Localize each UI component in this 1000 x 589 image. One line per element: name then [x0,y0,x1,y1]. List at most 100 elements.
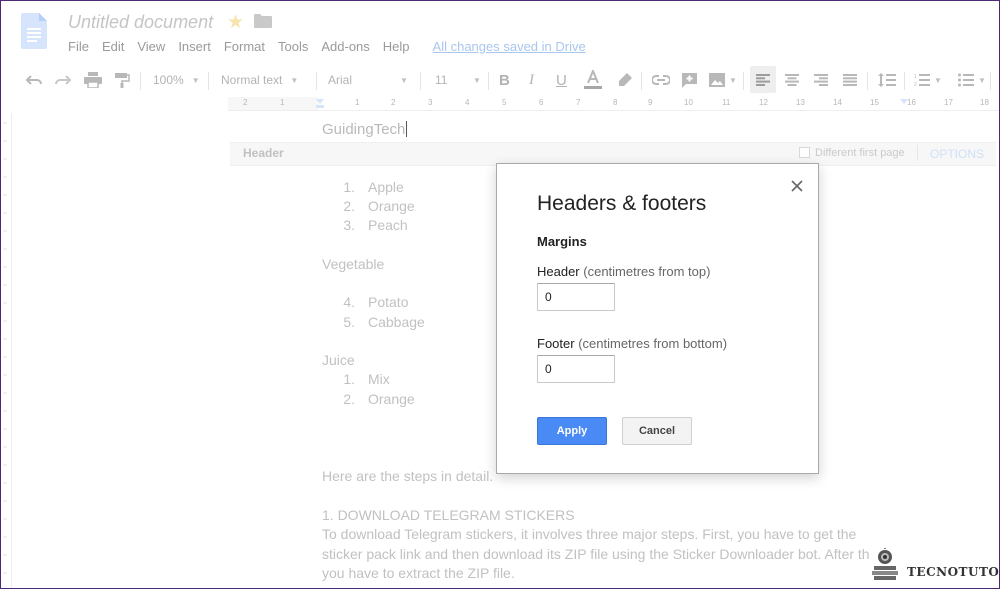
list-number: 2. [343,198,355,214]
list-item: Potato [368,294,409,310]
chevron-down-icon: ▼ [191,75,200,85]
menu-addons[interactable]: Add-ons [321,39,369,54]
ruler-number: 7 [576,98,581,107]
print-icon[interactable] [84,70,102,90]
list-item: Mix [368,371,390,387]
align-left-icon[interactable] [750,66,776,93]
list-item: Peach [368,217,408,233]
underline-icon[interactable]: U [556,70,567,90]
header-margin-input[interactable] [537,283,615,311]
menu-insert[interactable]: Insert [178,39,211,54]
heading-juice: Juice [322,352,355,368]
link-icon[interactable] [652,70,670,90]
zoom-select[interactable]: 100% ▼ [153,70,200,90]
ruler-number: 14 [833,98,842,107]
menu-view[interactable]: View [137,39,165,54]
ruler-number: 10 [684,98,693,107]
highlight-icon[interactable] [617,70,633,90]
header-text-content: GuidingTech [322,121,406,138]
watermark-text: TECNOTUTO [907,565,1000,579]
ruler-number: 8 [613,98,618,107]
footer-margin-hint: (centimetres from bottom) [578,336,728,351]
menu-file[interactable]: File [68,39,89,54]
menu-bar: File Edit View Insert Format Tools Add-o… [68,39,586,54]
align-right-icon[interactable] [814,70,828,90]
style-value: Normal text [221,73,283,87]
toolbar-divider [316,72,317,90]
line-spacing-icon[interactable] [878,70,896,90]
menu-edit[interactable]: Edit [102,39,124,54]
list-number: 4. [343,294,355,310]
ruler-number: 12 [759,98,768,107]
toolbar-divider [743,72,744,90]
insert-image-icon[interactable]: ▼ [708,70,737,90]
comment-icon[interactable] [681,70,698,90]
list-item: Apple [368,179,404,195]
ruler-number: 2 [243,98,248,107]
header-margin-label-text: Header [537,264,580,279]
toolbar-divider [904,72,905,90]
different-first-page-checkbox[interactable] [799,147,810,158]
chevron-down-icon: ▼ [934,75,942,85]
folder-icon[interactable] [254,14,272,28]
paragraph-line: sticker pack link and then download its … [322,546,870,562]
dialog-title: Headers & footers [537,192,707,215]
chevron-down-icon: ▼ [473,75,481,85]
header-margin-label: Header (centimetres from top) [537,264,710,279]
paint-format-icon[interactable] [114,70,130,90]
margins-heading: Margins [537,234,587,249]
footer-margin-input[interactable] [537,355,615,383]
text-color-icon[interactable] [584,70,602,90]
different-first-page-label[interactable]: Different first page [815,147,905,159]
ruler-number: 4 [465,98,470,107]
svg-text:2: 2 [914,82,917,87]
docs-logo-icon[interactable] [21,13,47,49]
ruler-number: 6 [539,98,544,107]
horizontal-ruler[interactable]: 2 1 1 2 3 4 5 6 7 8 9 10 11 12 13 14 15 … [228,97,1000,111]
style-select[interactable]: Normal text ▼ [221,70,298,90]
vertical-ruler[interactable] [0,113,12,589]
font-size-select[interactable]: 11 ▼ [435,70,481,90]
ruler-number: 17 [944,98,953,107]
list-item: Orange [368,391,415,407]
undo-icon[interactable] [25,70,43,90]
star-icon[interactable]: ★ [227,11,244,34]
toolbar-divider [990,72,991,90]
list-number: 3. [343,217,355,233]
menu-format[interactable]: Format [224,39,265,54]
bold-icon[interactable]: B [499,70,510,90]
chevron-down-icon: ▼ [290,75,299,85]
toolbar-divider [488,72,489,90]
ruler-number: 16 [907,98,916,107]
italic-icon[interactable]: I [529,70,534,90]
document-title[interactable]: Untitled document [68,12,213,33]
menu-help[interactable]: Help [383,39,410,54]
redo-icon[interactable] [54,70,72,90]
bulleted-list-icon[interactable]: ▼ [958,70,986,90]
apply-button[interactable]: Apply [537,417,607,445]
header-label: Header [243,146,284,160]
zoom-value: 100% [153,73,184,87]
header-text[interactable]: GuidingTech [322,121,408,138]
header-options-button[interactable]: OPTIONS [930,147,984,161]
save-status-link[interactable]: All changes saved in Drive [433,39,586,54]
font-size-value: 11 [435,73,448,87]
footer-margin-label-text: Footer [537,336,575,351]
cancel-button[interactable]: Cancel [622,417,692,445]
font-select[interactable]: Arial ▼ [328,70,408,90]
numbered-list-icon[interactable]: 1 2 ▼ [914,70,942,90]
chevron-down-icon: ▼ [400,75,408,85]
align-center-icon[interactable] [785,70,799,90]
steps-intro: Here are the steps in detail. [322,468,494,484]
footer-margin-label: Footer (centimetres from bottom) [537,336,727,351]
chevron-down-icon: ▼ [978,75,986,85]
ruler-number: 11 [722,98,731,107]
close-icon[interactable] [791,180,803,192]
chevron-down-icon: ▼ [729,75,737,85]
ruler-number: 1 [355,98,360,107]
justify-icon[interactable] [843,70,857,90]
svg-text:1: 1 [914,74,917,80]
menu-tools[interactable]: Tools [278,39,308,54]
list-item: Orange [368,198,415,214]
ruler-number: 1 [280,98,285,107]
